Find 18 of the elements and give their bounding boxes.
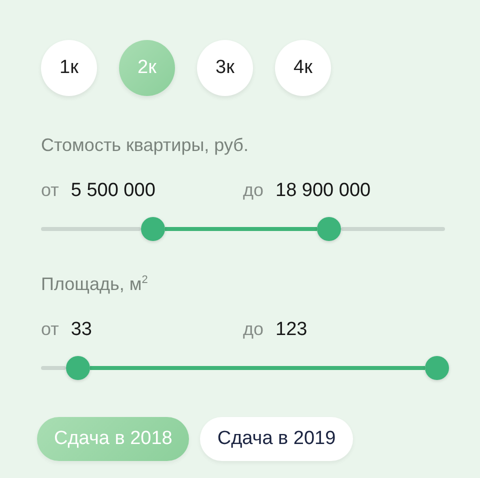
from-label: от [41,179,59,202]
slider-thumb[interactable] [317,217,342,241]
filter-label: Площадь, м$^{2}$ [41,273,149,296]
from-label: от [41,318,59,341]
room-option[interactable]: 4к [275,40,331,96]
from-value: 5 500 000 [70,179,156,203]
room-option[interactable]: 3к [197,40,253,96]
filter-label: Стомость квартиры, руб. [41,134,250,157]
slider-thumb[interactable] [424,356,449,380]
to-value: 123 [276,318,308,342]
to-label: до [243,318,264,341]
slider-thumb[interactable] [66,356,90,380]
slider-thumb[interactable] [140,217,165,241]
year-option[interactable]: Сдача в 2019 [200,417,353,461]
to-label: до [243,179,264,202]
from-value: 33 [70,318,92,342]
room-option[interactable]: 1к [41,40,97,96]
to-value: 18 900 000 [276,179,371,203]
